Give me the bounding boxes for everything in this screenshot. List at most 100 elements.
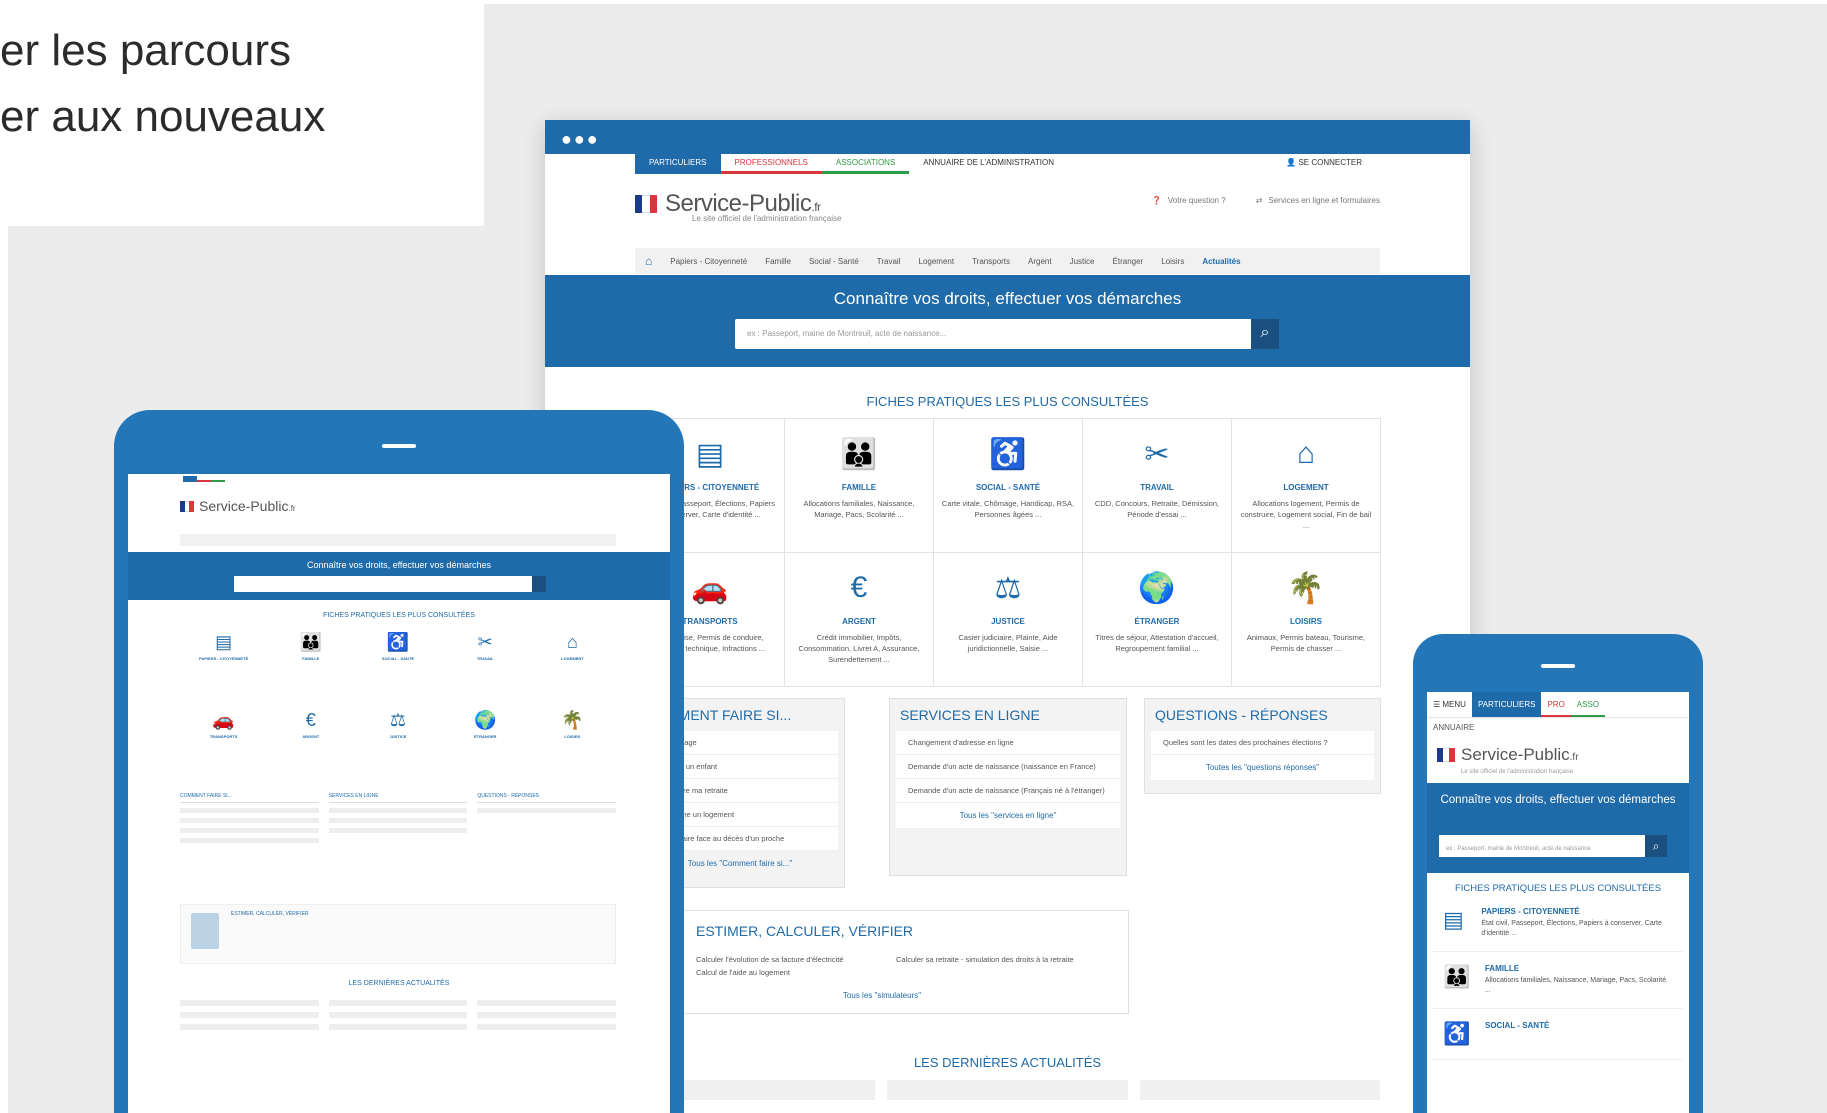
news-card[interactable]: [887, 1080, 1128, 1100]
tablet-card[interactable]: 👪 FAMILLE: [267, 626, 354, 704]
palm-icon: 🌴: [1287, 572, 1325, 605]
estimer-item[interactable]: Calcul de l'aide au logement: [696, 966, 886, 979]
card-desc: Animaux, Permis bateau, Tourisme, Permis…: [1246, 633, 1366, 653]
tablet-search-input[interactable]: [234, 576, 534, 592]
phone-list-item[interactable]: 👪 FAMILLE Allocations familiales, Naissan…: [1433, 952, 1683, 1009]
card-etranger[interactable]: 🌍 ÉTRANGER Titres de séjour, Attestation d…: [1083, 553, 1232, 687]
tab-annuaire[interactable]: ANNUAIRE DE L'ADMINISTRATION: [909, 154, 1069, 174]
nav-logement[interactable]: Logement: [919, 257, 955, 266]
phone-tab-pro[interactable]: PRO: [1541, 692, 1571, 717]
tablet-card[interactable]: ♿ SOCIAL - SANTÉ: [354, 626, 441, 704]
slide-text: er les parcours er aux nouveaux: [0, 18, 325, 150]
menu-button[interactable]: ☰ MENU: [1427, 692, 1472, 717]
phone-list-item[interactable]: ▤ PAPIERS - CITOYENNETÉ État civil, Passe…: [1433, 895, 1683, 952]
card-justice[interactable]: ⚖ JUSTICE Casier judiciaire, Plainte, Aide…: [934, 553, 1083, 687]
tablet-tab-particuliers[interactable]: [183, 476, 197, 482]
scales-icon: ⚖: [389, 710, 407, 730]
home-icon[interactable]: ⌂: [645, 254, 652, 268]
card-title: TRAVAIL: [476, 656, 494, 661]
tablet-card[interactable]: ⚖ JUSTICE: [354, 704, 441, 782]
tablet-logo[interactable]: Service-Public.fr: [180, 498, 296, 514]
wheelchair-icon: ♿: [1443, 1021, 1471, 1046]
window-dots-icon: ●●●: [561, 129, 600, 149]
card-argent[interactable]: € ARGENT Crédit immobilier, Impôts, Consom…: [785, 553, 934, 687]
estimer-item[interactable]: Calculer l'évolution de sa facture d'éle…: [696, 953, 886, 966]
questions-more-link[interactable]: Toutes les "questions réponses": [1151, 755, 1374, 780]
estimer-item[interactable]: Calculer sa retraite - simulation des dr…: [896, 953, 1096, 966]
phone-logo-suffix: .fr: [1569, 752, 1579, 763]
marianne-flag-icon: [1437, 748, 1455, 762]
tab-particuliers[interactable]: PARTICULIERS: [635, 154, 721, 174]
news-strip: [635, 1080, 1380, 1100]
tablet-card[interactable]: ✂ TRAVAIL: [442, 626, 529, 704]
logo-text: Service-Public: [665, 190, 812, 217]
card-social[interactable]: ♿ SOCIAL - SANTÉ Carte vitale, Chômage, Ha…: [934, 419, 1083, 553]
service-item[interactable]: Changement d'adresse en ligne: [896, 731, 1120, 755]
tablet-card[interactable]: ▤ PAPIERS - CITOYENNETÉ: [180, 626, 267, 704]
user-icon: 👤: [1286, 158, 1299, 167]
phone-search-input[interactable]: ex : Passeport, mairie de Montreuil, act…: [1439, 835, 1645, 857]
tablet-card[interactable]: € ARGENT: [267, 704, 354, 782]
slide-canvas: er les parcours er aux nouveaux ●●● PART…: [0, 0, 1827, 1113]
nav-justice[interactable]: Justice: [1070, 257, 1095, 266]
nav-papiers[interactable]: Papiers - Citoyenneté: [670, 257, 747, 266]
service-item[interactable]: Demande d'un acte de naissance (naissanc…: [896, 755, 1120, 779]
tab-associations[interactable]: ASSOCIATIONS: [821, 154, 910, 174]
question-icon: ❓: [1151, 196, 1162, 205]
nav-etranger[interactable]: Étranger: [1113, 257, 1144, 266]
tablet-card[interactable]: 🌍 ÉTRANGER: [442, 704, 529, 782]
phone-logo-text: Service-Public: [1461, 745, 1570, 764]
tablet-card[interactable]: 🚗 TRANSPORTS: [180, 704, 267, 782]
fiches-grid: ▤ PAPIERS - CITOYENNETÉ État civil, Passep…: [635, 418, 1381, 687]
nav-social[interactable]: Social - Santé: [809, 257, 859, 266]
question-item[interactable]: Quelles sont les dates des prochaines él…: [1151, 731, 1374, 755]
nav-transports[interactable]: Transports: [972, 257, 1010, 266]
phone-list-item[interactable]: ♿ SOCIAL - SANTÉ: [1433, 1009, 1683, 1060]
tablet-logo-suffix: .fr: [288, 504, 296, 513]
tab-professionnels[interactable]: PROFESSIONNELS: [720, 154, 822, 174]
nav-loisirs[interactable]: Loisirs: [1161, 257, 1184, 266]
tablet-card[interactable]: ⌂ LOGEMENT: [529, 626, 616, 704]
card-desc: Crédit immobilier, Impôts, Consommation,…: [798, 633, 920, 664]
phone-logo[interactable]: Service-Public.fr: [1427, 737, 1689, 769]
fiches-title: FICHES PRATIQUES LES PLUS CONSULTÉES: [866, 394, 1149, 409]
card-title: SOCIAL - SANTÉ: [381, 656, 415, 661]
tablet-tab-asso[interactable]: [211, 476, 225, 482]
questions-box: QUESTIONS - RÉPONSES Quelles sont les da…: [1144, 698, 1381, 794]
hero-banner: Connaître vos droits, effectuer vos déma…: [545, 275, 1470, 367]
globe-icon: 🌍: [473, 710, 497, 730]
service-item[interactable]: Demande d'un acte de naissance (Français…: [896, 779, 1120, 803]
login-link[interactable]: 👤 SE CONNECTER: [1286, 158, 1362, 167]
search-button[interactable]: ⌕: [1251, 319, 1279, 349]
card-desc: Titres de séjour, Attestation d'accueil,…: [1095, 633, 1219, 653]
nav-actualites[interactable]: Actualités: [1202, 257, 1240, 266]
card-logement[interactable]: ⌂ LOGEMENT Allocations logement, Permis de…: [1232, 419, 1381, 553]
search-input[interactable]: ex : Passeport, mairie de Montreuil, act…: [735, 319, 1255, 349]
phone-tab-particuliers[interactable]: PARTICULIERS: [1471, 692, 1542, 717]
services-more-link[interactable]: Tous les "services en ligne": [896, 803, 1120, 828]
estimer-more-link[interactable]: Tous les "simulateurs": [636, 991, 1128, 1000]
tablet-search-button[interactable]: [532, 576, 546, 592]
phone-hero: Connaître vos droits, effectuer vos déma…: [1427, 783, 1689, 873]
tablet-card[interactable]: 🌴 LOISIRS: [529, 704, 616, 782]
estimer-title: ESTIMER, CALCULER, VÉRIFIER: [696, 923, 914, 939]
nav-famille[interactable]: Famille: [765, 257, 791, 266]
services-link[interactable]: ⇄ Services en ligne et formulaires: [1256, 196, 1380, 205]
phone-hero-title: Connaître vos droits, effectuer vos déma…: [1440, 794, 1676, 806]
card-travail[interactable]: ✂ TRAVAIL CDD, Concours, Retraite, Démissi…: [1083, 419, 1232, 553]
phone-annuaire-link[interactable]: ANNUAIRE: [1427, 718, 1689, 737]
question-link[interactable]: ❓ Votre question ?: [1152, 196, 1226, 205]
news-card[interactable]: [1139, 1080, 1380, 1100]
nav-travail[interactable]: Travail: [877, 257, 901, 266]
nav-argent[interactable]: Argent: [1028, 257, 1052, 266]
phone-tab-asso[interactable]: ASSO: [1570, 692, 1606, 717]
services-label: Services en ligne et formulaires: [1268, 196, 1380, 205]
card-loisirs[interactable]: 🌴 LOISIRS Animaux, Permis bateau, Tourisme…: [1232, 553, 1381, 687]
phone-search-button[interactable]: ⌕: [1645, 835, 1667, 857]
tablet-col-title: QUESTIONS - RÉPONSES: [477, 790, 617, 803]
wheelchair-icon: ♿: [386, 632, 410, 652]
tablet-fiches-grid: ▤ PAPIERS - CITOYENNETÉ 👪 FAMILLE ♿ SOCIAL …: [180, 626, 616, 782]
tablet-tab-pro[interactable]: [197, 476, 211, 482]
family-icon: 👪: [840, 438, 878, 471]
card-famille[interactable]: 👪 FAMILLE Allocations familiales, Naissanc…: [785, 419, 934, 553]
